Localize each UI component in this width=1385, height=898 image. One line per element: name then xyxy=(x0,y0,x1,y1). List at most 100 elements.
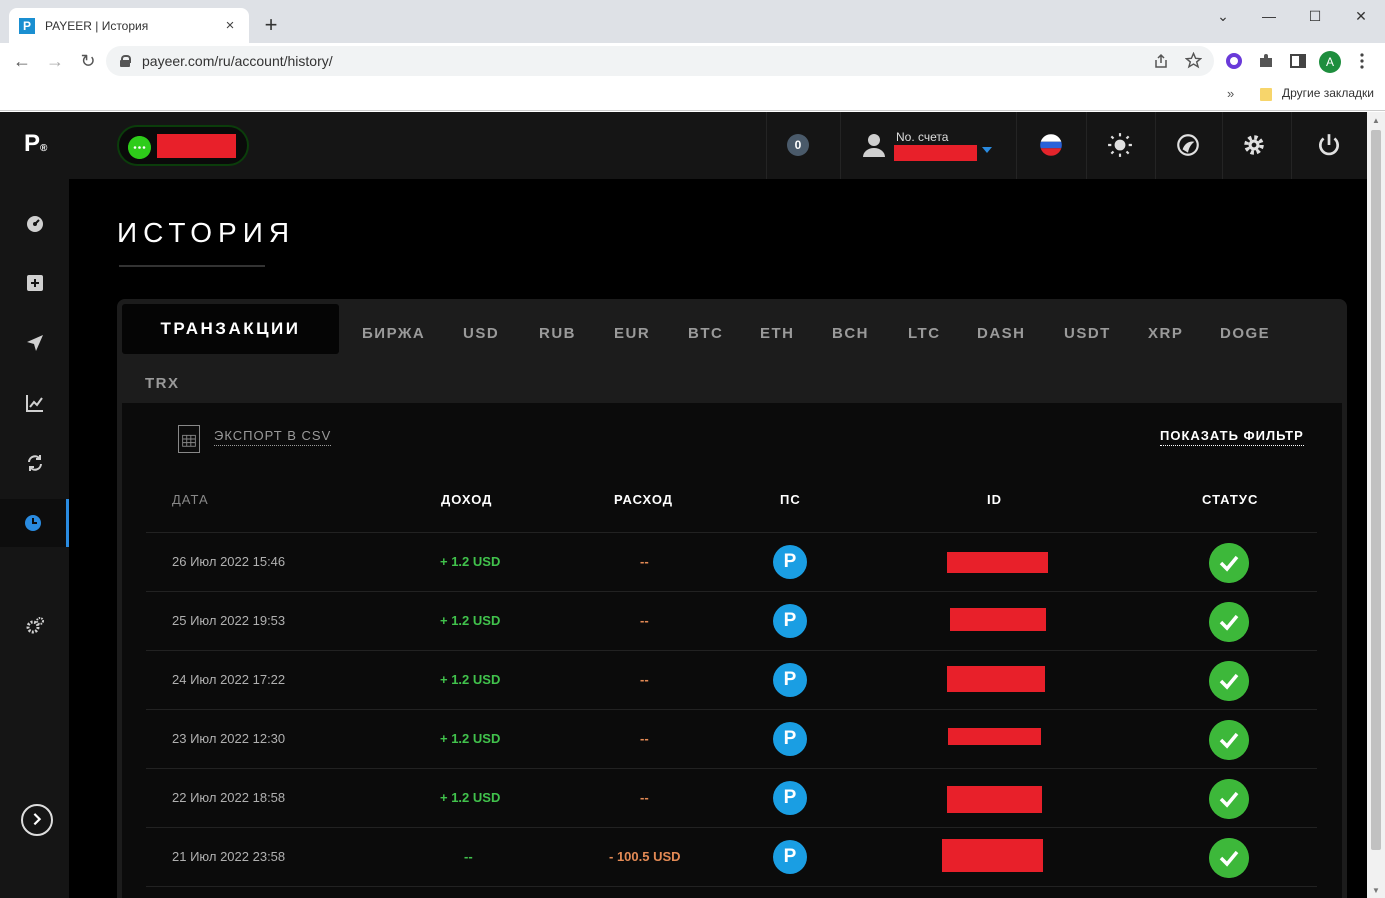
tab-btc[interactable]: BTC xyxy=(688,325,723,342)
back-button[interactable]: ← xyxy=(10,49,34,73)
sidebar-item-dashboard[interactable] xyxy=(0,199,69,247)
bookmark-star-icon[interactable] xyxy=(1185,52,1202,69)
tab-bch[interactable]: BCH xyxy=(832,325,869,342)
payeer-ps-icon: P xyxy=(773,663,807,697)
status-check-icon xyxy=(1209,779,1249,819)
table-row[interactable]: 21 Июл 2022 23:58 -- - 100.5 USD P xyxy=(146,828,1317,887)
chat-dots-icon xyxy=(128,136,151,159)
new-tab-button[interactable]: + xyxy=(260,13,282,37)
transaction-id-redacted[interactable] xyxy=(942,839,1043,872)
row-expense: -- xyxy=(640,731,649,746)
clock-icon xyxy=(25,515,41,531)
payeer-ps-icon: P xyxy=(773,781,807,815)
row-income: + 1.2 USD xyxy=(440,790,501,805)
tab-doge[interactable]: DOGE xyxy=(1220,325,1270,342)
row-income: + 1.2 USD xyxy=(440,613,501,628)
table-row[interactable]: 26 Июл 2022 15:46 + 1.2 USD -- P xyxy=(146,533,1317,592)
russian-flag-icon[interactable] xyxy=(1038,132,1064,158)
row-income: -- xyxy=(464,849,473,864)
table-row[interactable]: 25 Июл 2022 19:53 + 1.2 USD -- P xyxy=(146,592,1317,651)
export-csv-link[interactable]: ЭКСПОРТ В CSV xyxy=(214,428,332,446)
sidebar-item-exchange[interactable] xyxy=(0,439,69,487)
tab-title: PAYEER | История xyxy=(45,18,149,33)
bookmarks-more-icon[interactable]: » xyxy=(1227,86,1234,101)
table-row[interactable]: 23 Июл 2022 12:30 + 1.2 USD -- P xyxy=(146,710,1317,769)
notifications-badge[interactable]: 0 xyxy=(787,134,809,156)
sun-theme-icon[interactable] xyxy=(1107,132,1133,158)
sidebar-item-transfer[interactable] xyxy=(0,319,69,367)
column-header-date[interactable]: ДАТА xyxy=(172,492,209,507)
share-icon[interactable] xyxy=(1153,53,1169,69)
transaction-id-redacted[interactable] xyxy=(947,786,1042,813)
extension-ring-icon[interactable] xyxy=(1224,51,1244,71)
gears-icon xyxy=(26,617,44,634)
tab-eur[interactable]: EUR xyxy=(614,325,650,342)
transactions-content: ЭКСПОРТ В CSV ПОКАЗАТЬ ФИЛЬТР ДАТА ДОХОД… xyxy=(122,403,1342,898)
tab-xrp[interactable]: XRP xyxy=(1148,325,1183,342)
browser-menu-icon[interactable] xyxy=(1352,51,1372,71)
transaction-id-redacted[interactable] xyxy=(950,608,1046,631)
url-text: payeer.com/ru/account/history/ xyxy=(142,53,333,69)
tab-rub[interactable]: RUB xyxy=(539,325,576,342)
minimize-button[interactable]: — xyxy=(1254,5,1284,27)
reload-button[interactable]: ↻ xyxy=(76,49,100,73)
browser-tab[interactable]: P PAYEER | История × xyxy=(9,8,249,43)
sidebar-item-settings[interactable] xyxy=(0,602,69,650)
column-header-status: СТАТУС xyxy=(1202,492,1259,507)
page-scrollbar[interactable]: ▲ ▼ xyxy=(1367,112,1385,898)
tab-close-icon[interactable]: × xyxy=(221,17,239,34)
payeer-ps-icon: P xyxy=(773,545,807,579)
paper-plane-icon xyxy=(26,335,43,351)
sidebar-item-deposit[interactable] xyxy=(0,259,69,307)
side-panel-icon[interactable] xyxy=(1288,51,1308,71)
other-bookmarks-link[interactable]: Другие закладки xyxy=(1282,86,1374,100)
column-header-income: ДОХОД xyxy=(441,492,493,507)
table-row[interactable]: 22 Июл 2022 18:58 + 1.2 USD -- P xyxy=(146,769,1317,828)
row-expense: -- xyxy=(640,790,649,805)
forward-button[interactable]: → xyxy=(43,49,67,73)
table-row[interactable]: 24 Июл 2022 17:22 + 1.2 USD -- P xyxy=(146,651,1317,710)
transaction-id-redacted[interactable] xyxy=(947,552,1048,573)
tab-trx[interactable]: TRX xyxy=(145,375,180,392)
gear-icon[interactable] xyxy=(1241,132,1267,158)
chevron-right-icon[interactable] xyxy=(21,804,53,836)
tab-usd[interactable]: USD xyxy=(463,325,499,342)
column-header-id: ID xyxy=(987,492,1002,507)
scrollbar-thumb[interactable] xyxy=(1371,130,1381,850)
account-dropdown-caret-icon[interactable] xyxy=(982,147,992,153)
close-window-button[interactable]: ✕ xyxy=(1346,5,1376,27)
tab-eth[interactable]: ETH xyxy=(760,325,795,342)
spreadsheet-file-icon[interactable] xyxy=(178,425,200,453)
address-bar[interactable]: payeer.com/ru/account/history/ xyxy=(106,46,1214,76)
power-logout-icon[interactable] xyxy=(1316,132,1342,158)
payeer-app: P® 0 No. счета ИСТОРИЯ ТРАНЗАКЦИИ БИРЖА … xyxy=(0,112,1367,898)
tab-search-icon[interactable]: ⌄ xyxy=(1208,5,1238,27)
payeer-logo[interactable]: P® xyxy=(24,130,47,158)
tab-usdt[interactable]: USDT xyxy=(1064,325,1111,342)
tab-ltc[interactable]: LTC xyxy=(908,325,941,342)
tab-exchange[interactable]: БИРЖА xyxy=(362,325,425,342)
scroll-up-icon[interactable]: ▲ xyxy=(1371,116,1381,126)
support-globe-icon[interactable] xyxy=(1175,132,1201,158)
show-filter-link[interactable]: ПОКАЗАТЬ ФИЛЬТР xyxy=(1160,428,1304,446)
tab-transactions[interactable]: ТРАНЗАКЦИИ xyxy=(122,304,339,354)
maximize-button[interactable]: ☐ xyxy=(1300,5,1330,27)
row-date: 24 Июл 2022 17:22 xyxy=(172,672,286,687)
status-check-icon xyxy=(1209,543,1249,583)
tab-dash[interactable]: DASH xyxy=(977,325,1026,342)
topbar-divider xyxy=(1016,112,1017,179)
exchange-arrows-icon xyxy=(27,455,42,471)
scroll-down-icon[interactable]: ▼ xyxy=(1371,886,1381,896)
sidebar-item-history[interactable] xyxy=(0,499,69,547)
sidebar-item-trade[interactable] xyxy=(0,379,69,427)
logo-letter: P xyxy=(24,130,41,157)
profile-avatar[interactable]: A xyxy=(1319,51,1341,73)
tab-strip: P PAYEER | История × + ⌄ — ☐ ✕ xyxy=(0,0,1385,43)
sidebar: P® xyxy=(0,112,69,898)
title-underline xyxy=(119,265,265,267)
transaction-id-redacted[interactable] xyxy=(948,728,1041,745)
transaction-id-redacted[interactable] xyxy=(947,666,1045,692)
extensions-puzzle-icon[interactable] xyxy=(1256,51,1276,71)
column-header-expense: РАСХОД xyxy=(614,492,674,507)
balance-pill[interactable] xyxy=(117,125,249,166)
